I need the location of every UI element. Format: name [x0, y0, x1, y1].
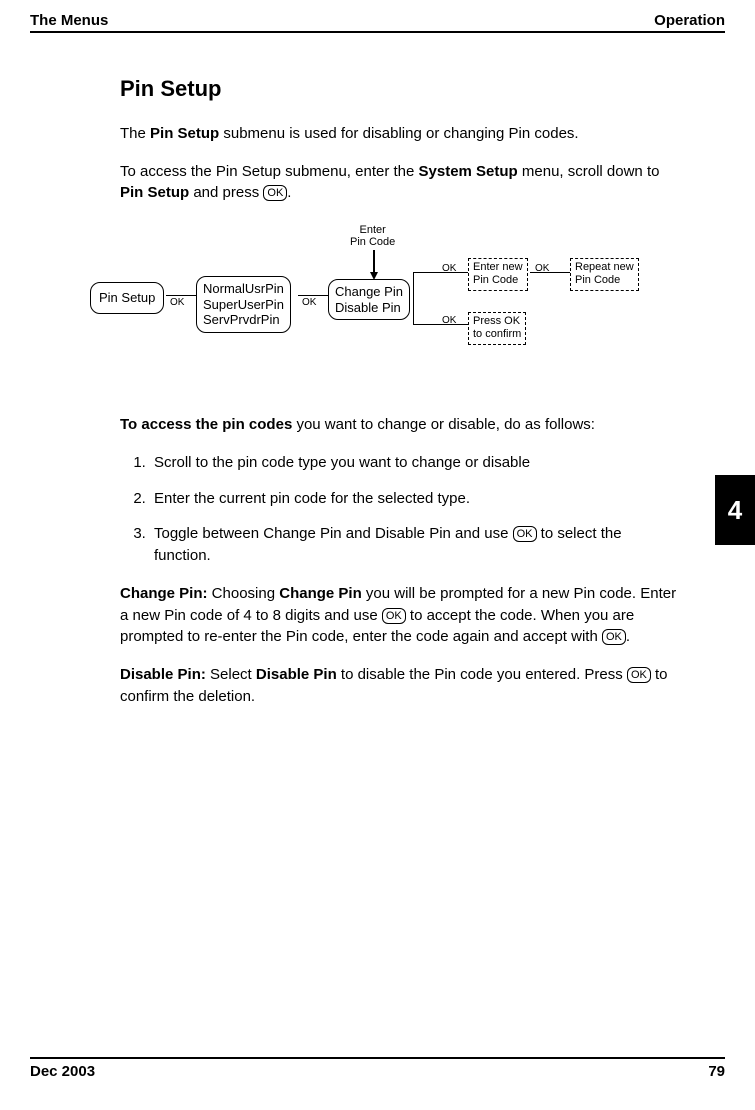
text: The [120, 125, 150, 142]
footer-page-number: 79 [708, 1063, 725, 1080]
text: SuperUserPin [203, 297, 284, 312]
text: Pin Code [575, 274, 620, 286]
page-content: Pin Setup The Pin Setup submenu is used … [30, 33, 680, 708]
text: menu, scroll down to [518, 163, 660, 180]
step-2: Enter the current pin code for the selec… [150, 488, 680, 510]
step-1: Scroll to the pin code type you want to … [150, 452, 680, 474]
text: Pin Code [350, 236, 395, 248]
flow-diagram: Enter Pin Code Pin Setup OK NormalUsrPin… [80, 224, 680, 384]
text-bold: Pin Setup [120, 184, 189, 201]
ok-label: OK [302, 296, 316, 311]
node-pin-setup: Pin Setup [90, 282, 164, 314]
footer-date: Dec 2003 [30, 1063, 95, 1080]
text: Repeat new [575, 261, 634, 273]
text: and press [189, 184, 263, 201]
text: Change Pin [335, 284, 403, 299]
node-pin-types: NormalUsrPin SuperUserPin ServPrvdrPin [196, 276, 291, 333]
text-bold: Disable Pin: [120, 666, 206, 683]
text-bold: Disable Pin [256, 666, 337, 683]
text: Enter new [473, 261, 523, 273]
ok-label: OK [535, 262, 549, 277]
text: To access the Pin Setup submenu, enter t… [120, 163, 419, 180]
text: to confirm [473, 328, 521, 340]
intro-para-2: To access the Pin Setup submenu, enter t… [120, 161, 680, 205]
node-press-ok-confirm: Press OK to confirm [468, 312, 526, 344]
ok-button-icon: OK [382, 608, 406, 624]
text-bold: Change Pin: [120, 585, 208, 602]
ok-button-icon: OK [602, 629, 626, 645]
footer-bar: Dec 2003 79 [30, 1057, 725, 1080]
steps-list: Scroll to the pin code type you want to … [120, 452, 680, 567]
ok-label: OK [442, 262, 456, 277]
text: . [626, 628, 630, 645]
access-lead: To access the pin codes you want to chan… [120, 414, 680, 436]
disable-pin-para: Disable Pin: Select Disable Pin to disab… [120, 664, 680, 708]
text-bold: To access the pin codes [120, 416, 292, 433]
node-change-disable: Change Pin Disable Pin [328, 279, 410, 320]
page-title: Pin Setup [120, 73, 680, 105]
connector [413, 324, 469, 325]
arrow-line [373, 250, 375, 274]
ok-label: OK [442, 314, 456, 329]
text-bold: Pin Setup [150, 125, 219, 142]
connector [413, 294, 414, 324]
text: Enter [359, 224, 385, 236]
node-enter-new-pin: Enter new Pin Code [468, 258, 528, 290]
enter-pin-code-label: Enter Pin Code [350, 224, 395, 248]
intro-para-1: The Pin Setup submenu is used for disabl… [120, 123, 680, 145]
text: to disable the Pin code you entered. Pre… [337, 666, 627, 683]
step-3: Toggle between Change Pin and Disable Pi… [150, 523, 680, 567]
header-bar: The Menus Operation [30, 12, 725, 33]
text: Disable Pin [335, 300, 401, 315]
text: Press OK [473, 315, 520, 327]
text: . [287, 184, 291, 201]
text: you want to change or disable, do as fol… [292, 416, 595, 433]
ok-button-icon: OK [627, 667, 651, 683]
text-bold: Change Pin [279, 585, 362, 602]
text: submenu is used for disabling or changin… [219, 125, 578, 142]
connector [413, 272, 469, 273]
connector [413, 272, 414, 294]
text-bold: System Setup [419, 163, 518, 180]
chapter-tab: 4 [715, 475, 755, 545]
text: NormalUsrPin [203, 281, 284, 296]
ok-button-icon: OK [513, 526, 537, 542]
text: Select [206, 666, 256, 683]
text: ServPrvdrPin [203, 312, 280, 327]
text: Pin Code [473, 274, 518, 286]
text: Toggle between Change Pin and Disable Pi… [154, 525, 513, 542]
ok-label: OK [170, 296, 184, 311]
ok-button-icon: OK [263, 185, 287, 201]
header-right: Operation [654, 12, 725, 29]
change-pin-para: Change Pin: Choosing Change Pin you will… [120, 583, 680, 648]
text: Choosing [208, 585, 280, 602]
header-left: The Menus [30, 12, 108, 29]
node-repeat-new-pin: Repeat new Pin Code [570, 258, 639, 290]
